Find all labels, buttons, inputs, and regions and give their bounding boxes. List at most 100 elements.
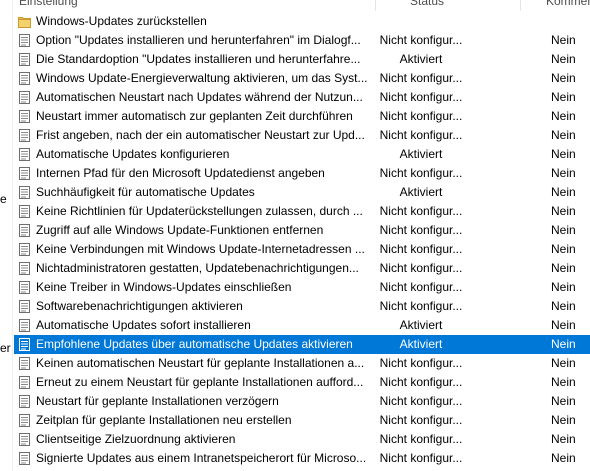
policy-row[interactable]: Zeitplan für geplante Installationen neu… (14, 411, 590, 430)
policy-row[interactable]: Automatische Updates sofort installieren… (14, 316, 590, 335)
policy-state: Nicht konfigur... (379, 166, 463, 180)
policy-comment: Nein (551, 451, 576, 465)
policy-setting-icon (18, 185, 31, 200)
policy-comment: Nein (551, 52, 576, 66)
policy-row[interactable]: Erneut zu einem Neustart für geplante In… (14, 373, 590, 392)
policy-setting-icon (18, 52, 31, 67)
left-pane-text: er (0, 341, 11, 355)
policy-comment: Nein (551, 299, 576, 313)
policy-name: Keine Richtlinien für Updaterückstellung… (36, 204, 363, 218)
policy-state: Nicht konfigur... (379, 356, 463, 370)
policy-name: Frist angeben, nach der ein automatische… (36, 128, 365, 142)
policy-comment: Nein (551, 109, 576, 123)
policy-state: Nicht konfigur... (379, 90, 463, 104)
policy-name: Neustart immer automatisch zur geplanten… (36, 109, 353, 123)
policy-row[interactable]: Nichtadministratoren gestatten, Updatebe… (14, 259, 590, 278)
policy-row[interactable]: Automatischen Neustart nach Updates währ… (14, 88, 590, 107)
policy-row[interactable]: Keine Verbindungen mit Windows Update-In… (14, 240, 590, 259)
policy-name: Keinen automatischen Neustart für geplan… (36, 356, 365, 370)
policy-row-selected[interactable]: Empfohlene Updates über automatische Upd… (14, 335, 590, 354)
policy-setting-icon (18, 299, 31, 314)
policy-state: Nicht konfigur... (379, 299, 463, 313)
policy-comment: Nein (551, 375, 576, 389)
policy-comment: Nein (551, 185, 576, 199)
policy-state: Nicht konfigur... (379, 128, 463, 142)
policy-comment: Nein (551, 432, 576, 446)
policy-state: Aktiviert (399, 337, 443, 351)
policy-name: Option "Updates installieren und herunte… (36, 33, 361, 47)
policy-setting-icon (18, 71, 31, 86)
policy-row[interactable]: Neustart immer automatisch zur geplanten… (14, 107, 590, 126)
policy-comment: Nein (551, 280, 576, 294)
policy-comment: Nein (551, 394, 576, 408)
policy-state: Aktiviert (399, 147, 443, 161)
column-divider[interactable] (375, 0, 376, 11)
policy-setting-icon (18, 451, 31, 466)
policy-setting-icon (18, 413, 31, 428)
policy-state: Nicht konfigur... (379, 71, 463, 85)
policy-state: Nicht konfigur... (379, 261, 463, 275)
policy-comment: Nein (551, 204, 576, 218)
policy-setting-icon (18, 90, 31, 105)
policy-row[interactable]: Clientseitige Zielzuordnung aktivieren Ni… (14, 430, 590, 449)
policy-row[interactable]: Zugriff auf alle Windows Update-Funktion… (14, 221, 590, 240)
policy-state: Nicht konfigur... (379, 223, 463, 237)
policy-row[interactable]: Internen Pfad für den Microsoft Updatedi… (14, 164, 590, 183)
policy-row[interactable]: Neustart für geplante Installationen ver… (14, 392, 590, 411)
policy-name: Windows Update-Energieverwaltung aktivie… (36, 71, 368, 85)
policy-setting-icon (18, 147, 31, 162)
policy-comment: Nein (551, 90, 576, 104)
policy-name: Neustart für geplante Installationen ver… (36, 394, 279, 408)
policy-row[interactable]: Frist angeben, nach der ein automatische… (14, 126, 590, 145)
policy-row[interactable]: Suchhäufigkeit für automatische Updates A… (14, 183, 590, 202)
policy-comment: Nein (551, 261, 576, 275)
policy-state: Nicht konfigur... (379, 33, 463, 47)
folder-icon (18, 14, 31, 29)
policy-setting-icon (18, 166, 31, 181)
policy-comment: Nein (551, 33, 576, 47)
policy-name: Empfohlene Updates über automatische Upd… (36, 337, 353, 351)
column-divider[interactable] (520, 0, 521, 11)
policy-row[interactable]: Automatische Updates konfigurieren Aktivi… (14, 145, 590, 164)
policy-state: Nicht konfigur... (379, 432, 463, 446)
policy-name: Automatische Updates konfigurieren (36, 147, 230, 161)
policy-state: Nicht konfigur... (379, 394, 463, 408)
policy-row[interactable]: Die Standardoption "Updates installieren… (14, 50, 590, 69)
policy-name: Die Standardoption "Updates installieren… (36, 52, 361, 66)
policy-name: Automatische Updates sofort installieren (36, 318, 251, 332)
policy-comment: Nein (551, 166, 576, 180)
policy-setting-icon (18, 261, 31, 276)
policy-setting-icon (18, 280, 31, 295)
policy-state: Nicht konfigur... (379, 413, 463, 427)
column-header-state[interactable]: Status (397, 0, 457, 11)
list-header: Einstellung Status Kommenta (14, 0, 590, 11)
policy-setting-icon (18, 318, 31, 333)
policy-row[interactable]: Keine Richtlinien für Updaterückstellung… (14, 202, 590, 221)
policy-row[interactable]: Signierte Updates aus einem Intranetspei… (14, 449, 590, 468)
policy-name: Suchhäufigkeit für automatische Updates (36, 185, 255, 199)
policy-row[interactable]: Windows Update-Energieverwaltung aktivie… (14, 69, 590, 88)
policy-row[interactable]: Keinen automatischen Neustart für geplan… (14, 354, 590, 373)
policy-name: Softwarebenachrichtigungen aktivieren (36, 299, 243, 313)
policy-setting-icon (18, 204, 31, 219)
left-pane-text: e (0, 192, 7, 206)
policy-setting-icon (18, 432, 31, 447)
policy-name: Zeitplan für geplante Installationen neu… (36, 413, 292, 427)
policy-row[interactable]: Softwarebenachrichtigungen aktivieren Nic… (14, 297, 590, 316)
column-header-setting[interactable]: Einstellung (19, 0, 359, 11)
policy-setting-icon (18, 375, 31, 390)
policy-state: Nicht konfigur... (379, 242, 463, 256)
policy-name: Keine Treiber in Windows-Updates einschl… (36, 280, 292, 294)
policy-name: Keine Verbindungen mit Windows Update-In… (36, 242, 365, 256)
policy-row[interactable]: Keine Treiber in Windows-Updates einschl… (14, 278, 590, 297)
column-header-comment[interactable]: Kommenta (529, 0, 590, 11)
policy-state: Nicht konfigur... (379, 280, 463, 294)
policy-comment: Nein (551, 128, 576, 142)
policy-name: Zugriff auf alle Windows Update-Funktion… (36, 223, 324, 237)
policy-name: Erneut zu einem Neustart für geplante In… (36, 375, 364, 389)
policy-row[interactable]: Option "Updates installieren und herunte… (14, 31, 590, 50)
policy-setting-icon (18, 223, 31, 238)
folder-row[interactable]: Windows-Updates zurückstellen (14, 12, 590, 31)
policy-state: Nicht konfigur... (379, 375, 463, 389)
policy-comment: Nein (551, 337, 576, 351)
